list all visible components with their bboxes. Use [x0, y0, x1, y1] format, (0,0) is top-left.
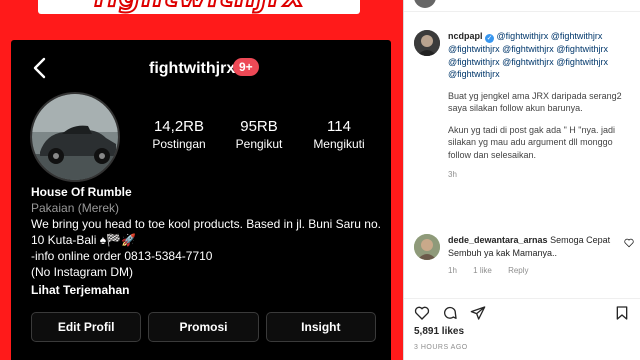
notification-badge: 9+ — [233, 58, 259, 76]
edit-profile-button[interactable]: Edit Profil — [31, 312, 142, 342]
stat-followers[interactable]: 95RB Pengikut — [219, 118, 299, 151]
profile-stats: 14,2RB Postingan 95RB Pengikut 114 Mengi… — [139, 118, 379, 151]
bio-name: House Of Rumble — [31, 185, 132, 199]
stat-following-value: 114 — [327, 118, 351, 135]
profile-screenshot: fightwithjrx 9+ 14,2RB Postingan 95RB Pe… — [11, 40, 391, 360]
stat-posts[interactable]: 14,2RB Postingan — [139, 118, 219, 151]
comment-username[interactable]: dede_dewantara_arnas — [448, 235, 548, 245]
stat-posts-label: Postingan — [152, 137, 206, 151]
post-timestamp: 3 HOURS AGO — [414, 344, 468, 351]
likes-count[interactable]: 5,891 likes — [414, 326, 464, 337]
comment-like-heart-icon[interactable] — [624, 238, 634, 248]
profile-username: fightwithjrx — [149, 60, 236, 77]
banner-text: fightwithjrx — [38, 0, 360, 13]
stat-followers-label: Pengikut — [235, 137, 283, 151]
profile-avatar — [30, 92, 120, 182]
caption-time: 3h — [448, 170, 457, 179]
media-banner: fightwithjrx — [38, 0, 360, 14]
bio-line-3: (No Instagram DM) — [31, 265, 134, 279]
caption-username[interactable]: ncdpapl — [448, 31, 483, 41]
share-icon[interactable] — [470, 305, 486, 321]
insights-button[interactable]: Insight — [265, 312, 376, 342]
bio-line-1: We bring you head to toe kool products. … — [31, 217, 381, 247]
comment-body: dede_dewantara_arnas Semoga Cepat Sembuh… — [448, 234, 620, 278]
stat-followers-value: 95RB — [240, 118, 278, 135]
comment-time: 1h — [448, 266, 457, 275]
caption-paragraph-1: Buat yg jengkel ama JRX daripada serang2… — [448, 90, 622, 114]
back-chevron-icon — [33, 57, 46, 79]
promote-button[interactable]: Promosi — [148, 312, 259, 342]
see-translation-link[interactable]: Lihat Terjemahan — [31, 282, 383, 298]
profile-action-buttons: Edit Profil Promosi Insight — [31, 312, 376, 342]
author-avatar-small[interactable] — [414, 0, 436, 8]
post-caption: ncdpapl ✓ @fightwithjrx @fightwithjrx @f… — [448, 30, 636, 182]
bookmark-icon[interactable] — [614, 305, 630, 321]
comment-reply-button[interactable]: Reply — [508, 266, 528, 275]
post-header — [404, 0, 640, 12]
profile-top-bar: fightwithjrx 9+ — [11, 48, 391, 88]
person-avatar-icon — [414, 30, 440, 56]
person-avatar-icon — [414, 234, 440, 260]
stat-following[interactable]: 114 Mengikuti — [299, 118, 379, 151]
bio-category: Pakaian (Merek) — [31, 201, 120, 215]
post-media[interactable]: fightwithjrx fightwithjrx 9+ 14,2RB — [0, 0, 403, 360]
post-action-bar — [404, 298, 640, 322]
caption-avatar[interactable] — [414, 30, 440, 56]
heart-icon[interactable] — [414, 305, 430, 321]
post-sidebar: ncdpapl ✓ @fightwithjrx @fightwithjrx @f… — [403, 0, 640, 360]
bio-line-2: -info online order 0813-5384-7710 — [31, 249, 213, 263]
comment-icon[interactable] — [442, 305, 458, 321]
stat-posts-value: 14,2RB — [153, 118, 205, 135]
caption-paragraph-2: Akun yg tadi di post gak ada " H "nya. j… — [448, 124, 615, 160]
comment-likes[interactable]: 1 like — [473, 266, 492, 275]
comment-meta: 1h 1 like Reply — [448, 265, 620, 278]
stat-following-label: Mengikuti — [313, 137, 365, 151]
comment-avatar[interactable] — [414, 234, 440, 260]
profile-bio: House Of Rumble Pakaian (Merek) We bring… — [31, 184, 383, 298]
car-photo-icon — [32, 94, 118, 180]
verified-badge-icon: ✓ — [485, 34, 495, 43]
